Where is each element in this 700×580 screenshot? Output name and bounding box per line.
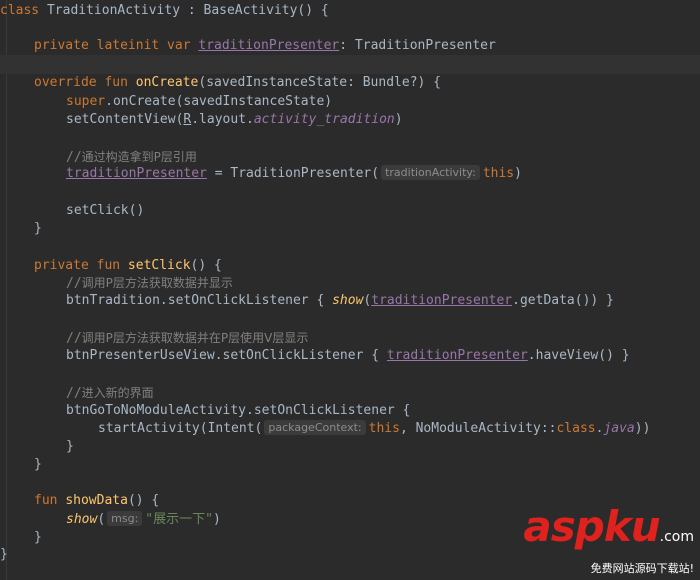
- function-call-show[interactable]: show: [66, 512, 97, 527]
- layout-ref: .layout.: [191, 112, 254, 127]
- code-line-23[interactable]: }: [0, 545, 8, 565]
- watermark-tagline: 免费网站源码下载站!: [590, 562, 694, 575]
- keyword-this: this: [482, 166, 515, 181]
- comment-slashes: //: [66, 276, 82, 291]
- parameter-hint: packageContext:: [264, 420, 366, 435]
- btn-presenter-use-view-listener: btnPresenterUseView.setOnClickListener {: [66, 348, 387, 363]
- code-line-8[interactable]: setClick(): [66, 201, 144, 221]
- keyword-override-fun: override fun: [34, 75, 136, 90]
- function-params: (savedInstanceState: Bundle?) {: [198, 75, 442, 90]
- indent-guide: [6, 0, 7, 580]
- get-data-call: .getData()) }: [512, 293, 614, 308]
- code-line-9[interactable]: }: [34, 219, 42, 239]
- type-annotation: : TraditionPresenter: [339, 38, 496, 53]
- close-parens: )): [634, 421, 651, 436]
- super-call: .onCreate(savedInstanceState): [105, 94, 333, 109]
- keyword-fun: fun: [34, 493, 66, 508]
- current-line-highlight: [0, 55, 700, 74]
- parameter-hint: msg:: [107, 511, 143, 526]
- parameter-hint: traditionActivity:: [381, 165, 480, 180]
- watermark-logo: aspku.com: [523, 502, 694, 551]
- close-brace: }: [0, 547, 8, 562]
- comment-text: 调用P层方法获取数据并在P层使用V层显示: [81, 331, 309, 345]
- activity-class-ref: , NoModuleActivity::: [399, 421, 557, 436]
- keyword-super: super: [66, 94, 106, 109]
- property-tradition-presenter[interactable]: traditionPresenter: [66, 166, 207, 181]
- code-line-22[interactable]: }: [34, 528, 42, 548]
- code-line-12[interactable]: btnTradition.setOnClickListener { show(t…: [66, 291, 614, 311]
- property-tradition-presenter[interactable]: traditionPresenter: [371, 293, 512, 308]
- code-line-19[interactable]: }: [34, 455, 42, 475]
- code-line-3[interactable]: override fun onCreate(savedInstanceState…: [34, 73, 441, 93]
- close-paren: ): [514, 166, 522, 181]
- set-click-call: setClick(): [66, 203, 145, 218]
- code-line-5[interactable]: setContentView(R.layout.activity_traditi…: [66, 110, 403, 130]
- close-brace: }: [34, 221, 42, 236]
- comment-slashes: //: [66, 386, 82, 401]
- start-activity-call: startActivity(Intent(: [98, 421, 263, 436]
- code-line-7[interactable]: traditionPresenter = TraditionPresenter(…: [66, 164, 522, 184]
- btn-tradition-listener: btnTradition.setOnClickListener {: [66, 293, 333, 308]
- code-line-21[interactable]: show(msg: "展示一下"): [66, 510, 221, 530]
- code-line-13[interactable]: //调用P层方法获取数据并在P层使用V层显示: [66, 328, 308, 348]
- keyword-modifiers: private lateinit var: [34, 38, 199, 53]
- code-line-14[interactable]: btnPresenterUseView.setOnClickListener {…: [66, 346, 630, 366]
- set-content-view: setContentView(: [66, 112, 184, 127]
- code-line-11[interactable]: //调用P层方法获取数据并显示: [66, 273, 233, 293]
- property-tradition-presenter[interactable]: traditionPresenter: [387, 348, 528, 363]
- keyword-this: this: [368, 421, 400, 436]
- close-paren: ): [394, 112, 403, 127]
- comment-text: 进入新的界面: [81, 386, 154, 400]
- string-literal: "展示一下": [145, 512, 213, 527]
- code-line-18[interactable]: }: [66, 437, 74, 457]
- function-name-setclick[interactable]: setClick: [128, 258, 191, 273]
- close-brace: }: [34, 457, 42, 472]
- property-tradition-presenter[interactable]: traditionPresenter: [198, 38, 339, 53]
- function-params: () {: [190, 258, 222, 273]
- have-view-call: .haveView() }: [527, 348, 630, 363]
- code-line-1[interactable]: class TraditionActivity : BaseActivity()…: [0, 1, 329, 21]
- btn-go-to-no-module-listener: btnGoToNoModuleActivity.setOnClickListen…: [66, 403, 411, 418]
- class-declaration: TraditionActivity : BaseActivity() {: [39, 3, 329, 18]
- comment-slashes: //: [66, 331, 82, 346]
- close-paren: ): [212, 512, 221, 527]
- close-brace: }: [66, 439, 74, 454]
- function-name-oncreate[interactable]: onCreate: [136, 75, 199, 90]
- code-line-2[interactable]: private lateinit var traditionPresenter:…: [34, 36, 496, 56]
- code-line-16[interactable]: btnGoToNoModuleActivity.setOnClickListen…: [66, 401, 410, 421]
- code-line-15[interactable]: //进入新的界面: [66, 383, 154, 403]
- function-name-showdata[interactable]: showData: [65, 493, 128, 508]
- function-call-show[interactable]: show: [332, 293, 363, 308]
- function-params: () {: [127, 493, 160, 508]
- close-brace: }: [34, 530, 42, 545]
- comment-text: 通过构造拿到P层引用: [81, 150, 197, 164]
- comment-slashes: //: [66, 150, 82, 165]
- keyword-class: class: [0, 3, 40, 18]
- keyword-class: class: [556, 421, 596, 436]
- code-line-20[interactable]: fun showData() {: [34, 491, 159, 511]
- code-line-4[interactable]: super.onCreate(savedInstanceState): [66, 92, 332, 112]
- keyword-private-fun: private fun: [34, 258, 128, 273]
- code-editor[interactable]: class TraditionActivity : BaseActivity()…: [0, 0, 700, 580]
- comment-text: 调用P层方法获取数据并显示: [81, 276, 233, 290]
- open-paren: (: [97, 512, 106, 527]
- java-property[interactable]: java: [603, 421, 634, 436]
- watermark: aspku.com 免费网站源码下载站!: [523, 506, 694, 576]
- assignment: = TraditionPresenter(: [206, 166, 380, 181]
- layout-id[interactable]: activity_tradition: [254, 112, 395, 127]
- code-line-17[interactable]: startActivity(Intent(packageContext: this…: [98, 419, 650, 439]
